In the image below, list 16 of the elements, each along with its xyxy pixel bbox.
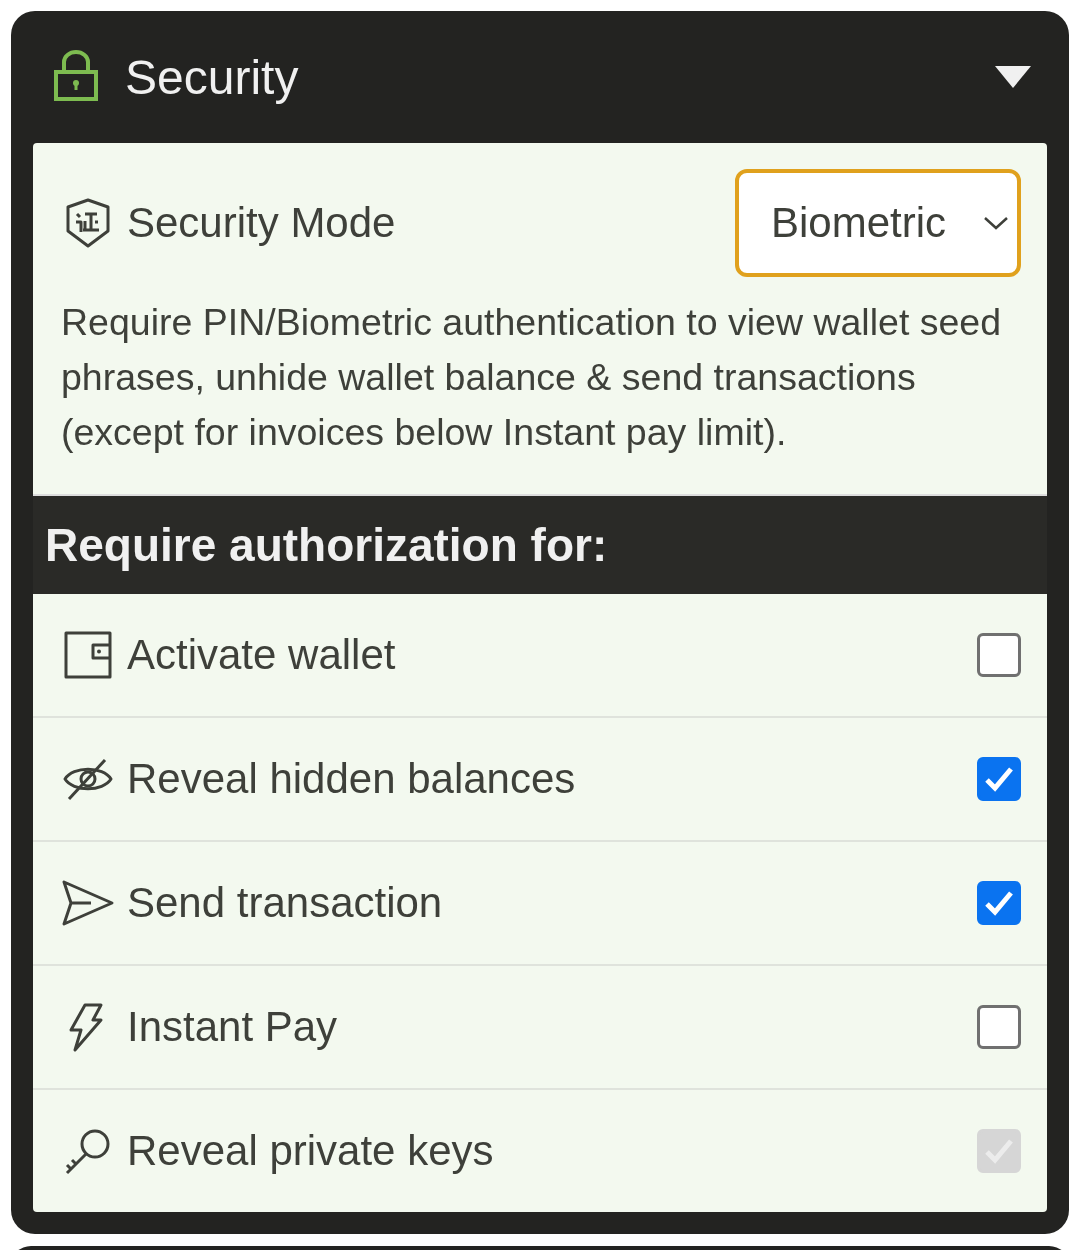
description-text: Require PIN/Biometric authentication to view wallet seed phrases, unhide wallet balance & send transactions (except for invoices below Instant pay limit). [61,300,1003,455]
field-label: Security Mode [127,199,397,247]
option-label: Reveal private keys [127,1127,495,1175]
option-label: Instant Pay [127,1003,339,1051]
option-label: Activate wallet [127,631,397,679]
checkbox[interactable] [977,757,1021,801]
mode-dropdown[interactable]: Biometric [735,169,1021,277]
checkbox[interactable] [977,633,1021,677]
section-header: Require authorization for: [33,494,1047,594]
chevron-icon [983,215,1009,231]
option-label: Reveal hidden balances [127,755,577,803]
checkbox[interactable] [977,1005,1021,1049]
checkbox[interactable] [977,881,1021,925]
section-title: Security [125,49,300,105]
option-label: Send transaction [127,879,444,927]
caret-icon[interactable] [995,66,1031,88]
